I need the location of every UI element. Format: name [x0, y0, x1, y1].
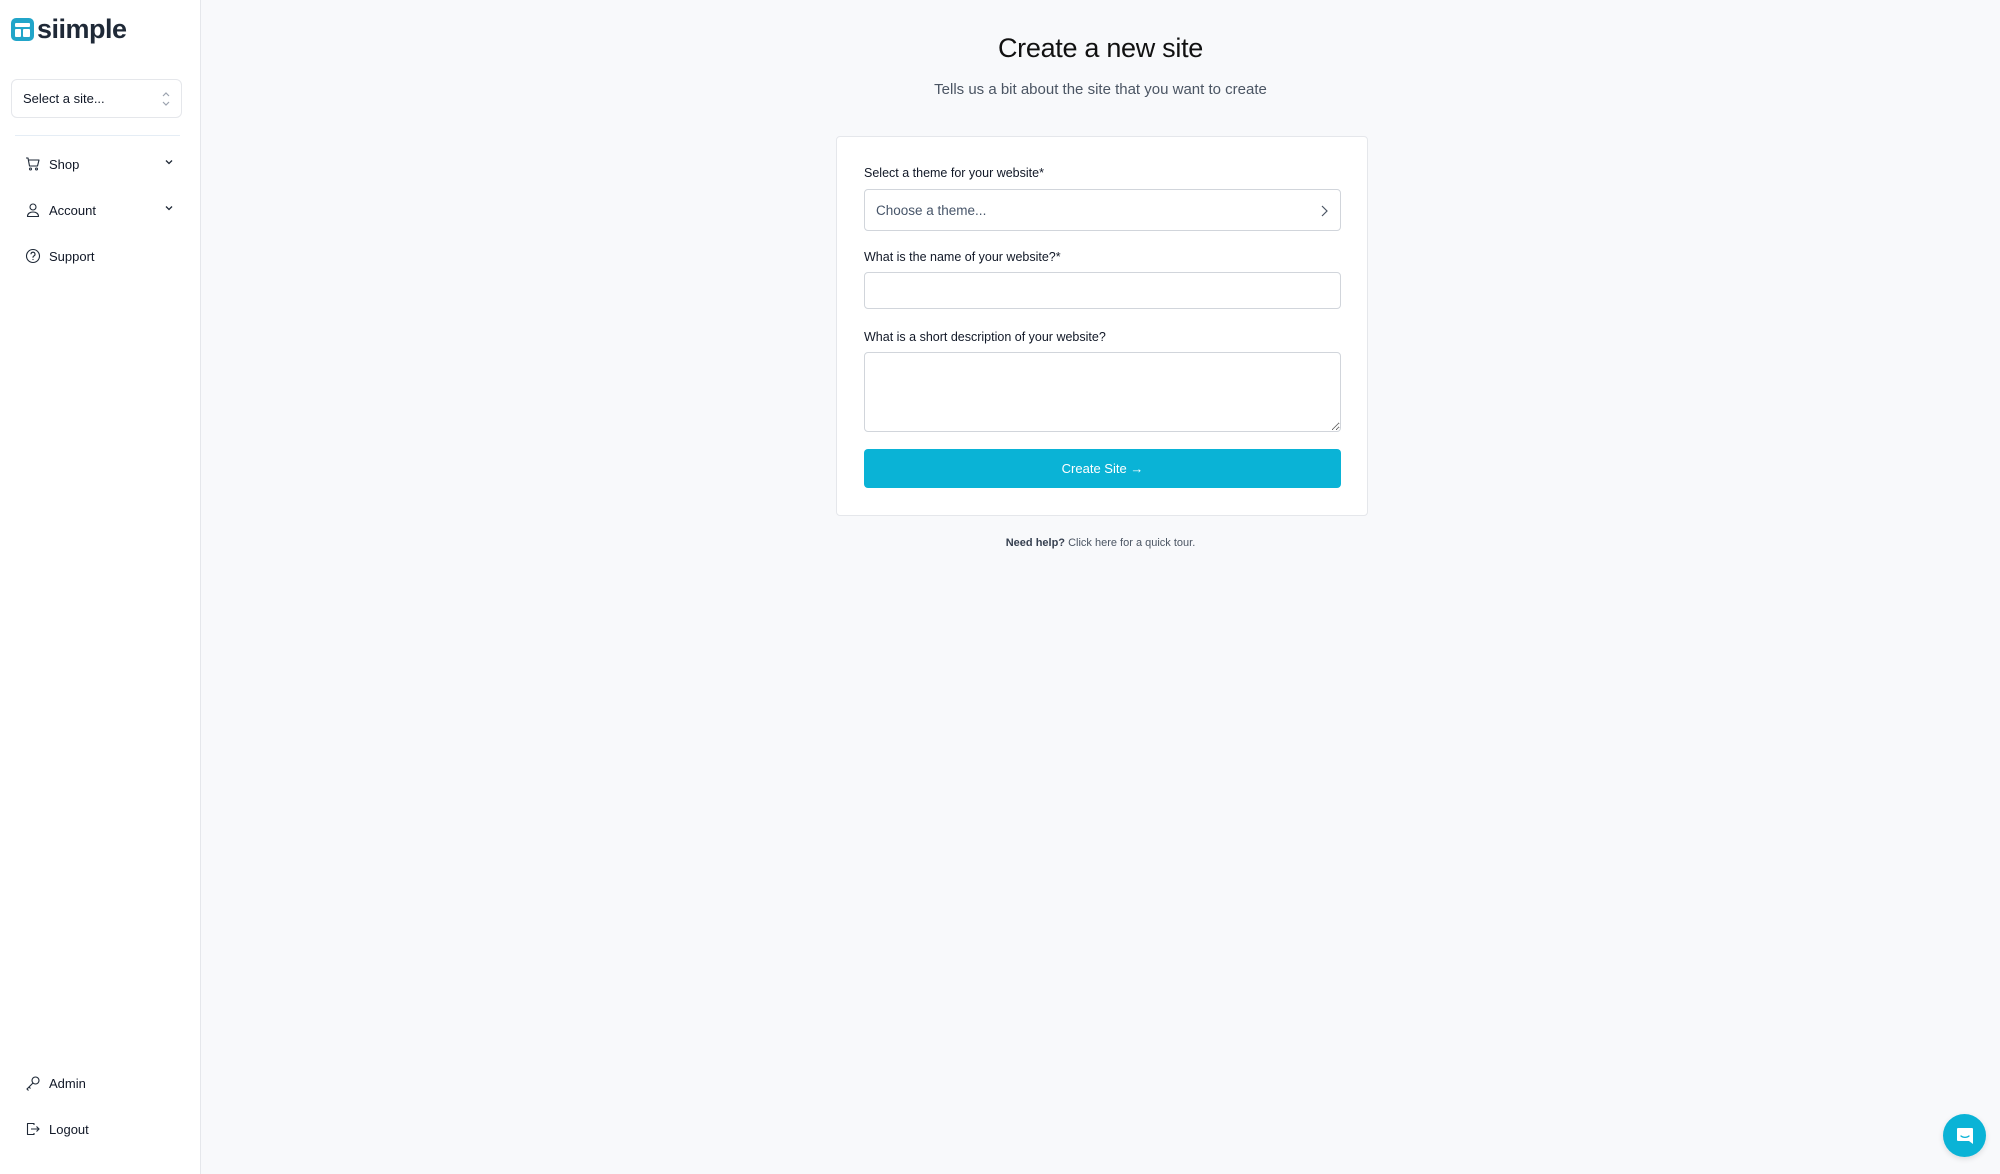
- site-name-label: What is the name of your website?*: [864, 250, 1061, 264]
- sidebar-item-label: Support: [49, 248, 95, 264]
- sidebar: siimple Select a site... Shop Account Su…: [0, 0, 201, 1174]
- sidebar-item-account[interactable]: Account: [25, 198, 175, 222]
- sidebar-item-support[interactable]: Support: [25, 244, 175, 268]
- site-select-placeholder: Select a site...: [23, 91, 105, 106]
- sidebar-divider: [15, 135, 180, 136]
- page-title: Create a new site: [997, 33, 1203, 63]
- create-site-button[interactable]: Create Site →: [864, 449, 1341, 488]
- brand-logo[interactable]: siimple: [11, 14, 127, 44]
- chevron-up-down-icon: [162, 92, 170, 106]
- chevron-down-icon[interactable]: [163, 202, 175, 214]
- sidebar-item-admin[interactable]: Admin: [25, 1071, 175, 1095]
- sidebar-item-label: Shop: [49, 156, 80, 172]
- help-label: Need help?: [1005, 537, 1066, 549]
- chat-icon: [1956, 1127, 1973, 1144]
- quick-tour-link[interactable]: Click here for a quick tour.: [1068, 537, 1195, 549]
- theme-select[interactable]: Choose a theme...: [864, 189, 1341, 231]
- logout-icon: [26, 1122, 40, 1136]
- theme-label: Select a theme for your website*: [864, 166, 1044, 180]
- chevron-down-icon[interactable]: [163, 156, 175, 168]
- key-icon: [26, 1076, 40, 1091]
- chat-widget-button[interactable]: [1943, 1114, 1986, 1157]
- help-circle-icon: [25, 248, 41, 264]
- chevron-right-icon: [1321, 205, 1328, 217]
- theme-select-placeholder: Choose a theme...: [876, 202, 987, 218]
- help-line: Need help? Click here for a quick tour.: [201, 537, 2000, 549]
- user-icon: [26, 203, 40, 218]
- cart-icon: [26, 157, 40, 171]
- create-site-form: Select a theme for your website* Choose …: [836, 136, 1368, 516]
- sidebar-item-logout[interactable]: Logout: [25, 1117, 175, 1141]
- page-subtitle: Tells us a bit about the site that you w…: [934, 81, 1267, 98]
- site-select[interactable]: Select a site...: [11, 79, 182, 118]
- brand-name: siimple: [37, 14, 127, 44]
- logo-icon: [11, 17, 34, 41]
- site-name-input[interactable]: [864, 272, 1341, 309]
- sidebar-item-label: Account: [49, 202, 96, 218]
- site-description-input[interactable]: [864, 352, 1341, 432]
- site-description-label: What is a short description of your webs…: [864, 330, 1106, 344]
- sidebar-item-label: Admin: [49, 1075, 86, 1091]
- sidebar-item-label: Logout: [49, 1121, 89, 1137]
- sidebar-item-shop[interactable]: Shop: [25, 152, 175, 176]
